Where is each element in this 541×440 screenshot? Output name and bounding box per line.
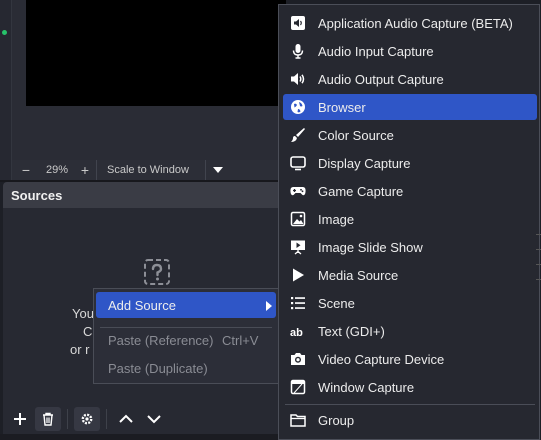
bottom-border bbox=[0, 434, 286, 440]
source-type-audio-output-capture[interactable]: Audio Output Capture bbox=[283, 66, 537, 92]
monitor-icon bbox=[288, 154, 308, 172]
trash-icon bbox=[43, 412, 53, 426]
empty-hint-line2: C bbox=[83, 324, 93, 339]
status-dot-icon bbox=[2, 30, 7, 35]
globe-icon bbox=[288, 98, 308, 116]
remove-source-button[interactable] bbox=[35, 407, 61, 431]
source-type-scene[interactable]: Scene bbox=[283, 290, 537, 316]
svg-text:ab: ab bbox=[290, 327, 303, 339]
source-type-label: Game Capture bbox=[318, 183, 404, 199]
source-type-label: Application Audio Capture (BETA) bbox=[318, 15, 513, 31]
source-type-application-audio-capture[interactable]: Application Audio Capture (BETA) bbox=[283, 10, 537, 36]
sources-toolbar bbox=[3, 404, 286, 434]
source-type-audio-input-capture[interactable]: Audio Input Capture bbox=[283, 38, 537, 64]
source-type-browser[interactable]: Browser bbox=[283, 94, 537, 120]
chevron-down-icon bbox=[213, 167, 224, 173]
zoom-in-button[interactable]: + bbox=[74, 160, 96, 180]
plus-icon bbox=[14, 413, 26, 425]
source-type-label: Audio Input Capture bbox=[318, 43, 434, 59]
sources-title: Sources bbox=[11, 187, 63, 203]
menu-item-paste-duplicate[interactable]: Paste (Duplicate) bbox=[96, 355, 276, 381]
chevron-up-icon bbox=[119, 414, 133, 423]
play-icon bbox=[288, 266, 308, 284]
scale-mode-dropdown[interactable] bbox=[204, 160, 231, 180]
source-type-display-capture[interactable]: Display Capture bbox=[283, 150, 537, 176]
speaker-app-icon bbox=[288, 14, 308, 32]
source-type-label: Scene bbox=[318, 295, 355, 311]
toolbar-divider bbox=[67, 409, 68, 429]
image-icon bbox=[288, 210, 308, 228]
menu-item-add-source[interactable]: Add Source bbox=[96, 292, 276, 318]
source-type-label: Color Source bbox=[318, 127, 394, 143]
right-edge-marks bbox=[536, 220, 541, 440]
preview-zoom-bar: − 29% + Scale to Window bbox=[12, 160, 286, 180]
empty-hint-line3: or r bbox=[70, 342, 90, 357]
add-source-submenu: Application Audio Capture (BETA) Audio I… bbox=[278, 4, 540, 440]
source-type-label: Display Capture bbox=[318, 155, 411, 171]
gear-icon bbox=[81, 413, 93, 425]
source-type-label: Browser bbox=[318, 99, 366, 115]
source-type-label: Audio Output Capture bbox=[318, 71, 444, 87]
sources-dock-header: Sources bbox=[3, 182, 286, 208]
source-type-label: Text (GDI+) bbox=[318, 323, 385, 339]
window-icon bbox=[288, 378, 308, 396]
source-type-image[interactable]: Image bbox=[283, 206, 537, 232]
source-type-label: Media Source bbox=[318, 267, 399, 283]
paintbrush-icon bbox=[288, 126, 308, 144]
gamepad-icon bbox=[288, 182, 308, 200]
camera-icon bbox=[288, 350, 308, 368]
menu-item-shortcut: Ctrl+V bbox=[222, 332, 259, 348]
source-type-video-capture-device[interactable]: Video Capture Device bbox=[283, 346, 537, 372]
menu-item-label: Paste (Reference) bbox=[108, 332, 214, 348]
scale-mode-label[interactable]: Scale to Window bbox=[96, 160, 199, 180]
source-properties-button[interactable] bbox=[74, 407, 100, 431]
source-type-label: Group bbox=[318, 412, 355, 428]
add-source-button[interactable] bbox=[7, 407, 33, 431]
source-type-game-capture[interactable]: Game Capture bbox=[283, 178, 537, 204]
zoom-out-button[interactable]: − bbox=[12, 160, 40, 180]
move-source-down-button[interactable] bbox=[141, 407, 167, 431]
preview-canvas[interactable] bbox=[26, 0, 286, 106]
chevron-down-icon bbox=[147, 415, 161, 424]
zoom-level: 29% bbox=[45, 164, 69, 176]
source-type-group[interactable]: Group bbox=[283, 407, 537, 433]
menu-item-label: Paste (Duplicate) bbox=[108, 360, 208, 376]
slideshow-icon bbox=[288, 238, 308, 256]
source-type-media-source[interactable]: Media Source bbox=[283, 262, 537, 288]
menu-item-label: Add Source bbox=[108, 297, 176, 313]
question-mark-icon bbox=[144, 259, 170, 285]
list-icon bbox=[288, 294, 308, 312]
folder-icon bbox=[288, 411, 308, 429]
microphone-icon bbox=[288, 42, 308, 60]
source-type-color-source[interactable]: Color Source bbox=[283, 122, 537, 148]
source-type-label: Video Capture Device bbox=[318, 351, 445, 367]
menu-item-paste-reference[interactable]: Paste (Reference) Ctrl+V bbox=[96, 327, 276, 353]
move-source-up-button[interactable] bbox=[113, 407, 139, 431]
obs-window: − 29% + Scale to Window Sources You C or… bbox=[0, 0, 541, 440]
submenu-arrow-icon bbox=[266, 301, 272, 311]
source-type-image-slide-show[interactable]: Image Slide Show bbox=[283, 234, 537, 260]
text-ab-icon: ab bbox=[288, 322, 308, 340]
empty-hint-line1: You bbox=[72, 306, 94, 321]
source-type-label: Image bbox=[318, 211, 355, 227]
speaker-icon bbox=[288, 70, 308, 88]
source-type-label: Image Slide Show bbox=[318, 239, 423, 255]
sources-context-menu: Add Source Paste (Reference) Ctrl+V Past… bbox=[93, 288, 279, 384]
source-type-label: Window Capture bbox=[318, 379, 415, 395]
source-type-text-gdi[interactable]: ab Text (GDI+) bbox=[283, 318, 537, 344]
menu-divider bbox=[285, 404, 535, 405]
source-type-window-capture[interactable]: Window Capture bbox=[283, 374, 537, 400]
toolbar-divider bbox=[106, 409, 107, 429]
left-dock-strip bbox=[0, 0, 12, 180]
